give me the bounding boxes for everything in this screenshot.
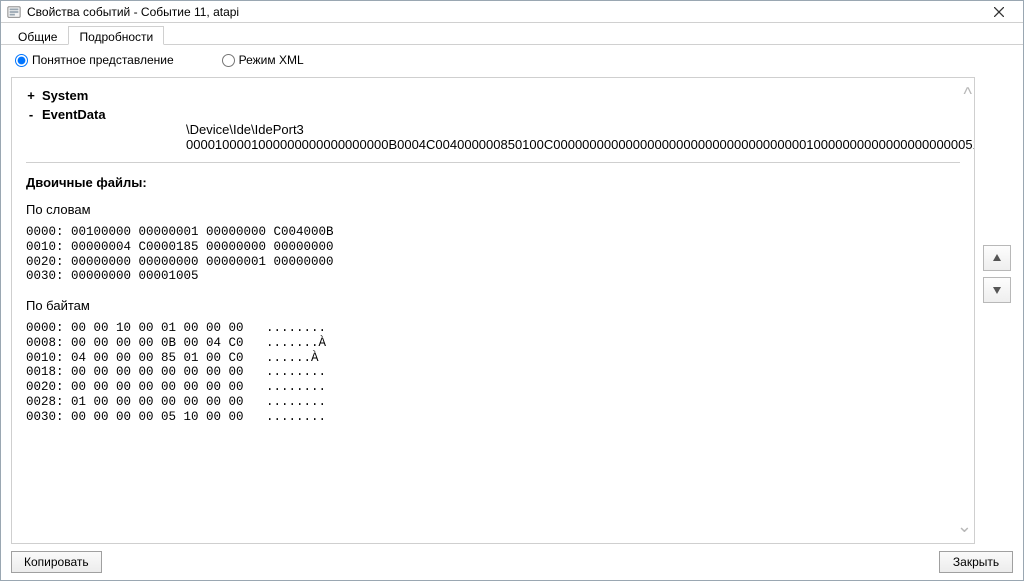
event-properties-dialog: Свойства событий - Событие 11, atapi Общ… xyxy=(0,0,1024,581)
binary-section-title: Двоичные файлы: xyxy=(26,175,960,190)
tree-eventdata-row[interactable]: - EventData xyxy=(26,107,960,122)
bytes-subhead: По байтам xyxy=(26,298,960,313)
tab-bar: Общие Подробности xyxy=(1,23,1023,45)
app-icon xyxy=(7,5,21,19)
close-window-button[interactable] xyxy=(981,2,1017,22)
radio-xml-view[interactable]: Режим XML xyxy=(222,53,304,67)
radio-friendly-view[interactable]: Понятное представление xyxy=(15,53,174,67)
copy-button[interactable]: Копировать xyxy=(11,551,102,573)
view-mode-row: Понятное представление Режим XML xyxy=(1,45,1023,73)
expand-icon[interactable]: + xyxy=(26,88,36,103)
words-dump: 0000: 00100000 00000001 00000000 C004000… xyxy=(26,225,960,284)
eventdata-device-path: \Device\Ide\IdePort3 xyxy=(26,122,960,137)
scroll-down-affordance[interactable]: ⌄ xyxy=(957,516,972,537)
tree-system-row[interactable]: + System xyxy=(26,88,960,103)
dialog-footer: Копировать Закрыть xyxy=(1,546,1023,580)
window-title: Свойства событий - Событие 11, atapi xyxy=(27,5,239,19)
radio-xml-input[interactable] xyxy=(222,54,235,67)
scroll-up-affordance[interactable]: ^ xyxy=(964,84,972,105)
titlebar: Свойства событий - Событие 11, atapi xyxy=(1,1,1023,23)
nav-rail xyxy=(981,77,1013,544)
tab-details[interactable]: Подробности xyxy=(68,26,164,45)
bytes-dump: 0000: 00 00 10 00 01 00 00 00 ........ 0… xyxy=(26,321,960,424)
tree-eventdata-label: EventData xyxy=(42,107,106,122)
details-content: ^ ⌄ + System - EventData \Device\Ide\Ide… xyxy=(11,77,975,544)
radio-xml-label: Режим XML xyxy=(239,53,304,67)
collapse-icon[interactable]: - xyxy=(26,107,36,122)
prev-event-button[interactable] xyxy=(983,245,1011,271)
eventdata-hex-blob: 0000100001000000000000000000B0004C004000… xyxy=(26,137,960,152)
close-button[interactable]: Закрыть xyxy=(939,551,1013,573)
next-event-button[interactable] xyxy=(983,277,1011,303)
radio-friendly-input[interactable] xyxy=(15,54,28,67)
tab-general[interactable]: Общие xyxy=(7,26,68,45)
words-subhead: По словам xyxy=(26,202,960,217)
tree-system-label: System xyxy=(42,88,88,103)
radio-friendly-label: Понятное представление xyxy=(32,53,174,67)
